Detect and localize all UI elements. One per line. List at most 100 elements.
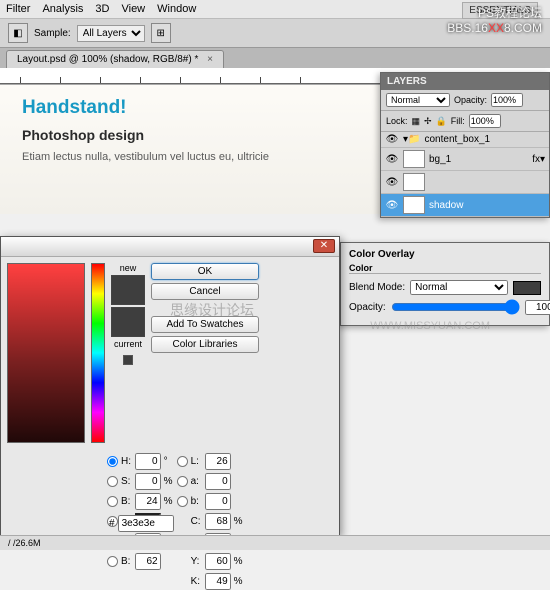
c-field[interactable] <box>205 513 231 530</box>
new-label: new <box>120 263 137 273</box>
menu-view[interactable]: View <box>121 3 145 15</box>
b-field[interactable] <box>135 493 161 510</box>
layer-row[interactable]: 👁 ▾📁 content_box_1 <box>381 132 549 148</box>
color-field[interactable] <box>7 263 85 443</box>
b-radio[interactable] <box>107 496 118 507</box>
overlay-title: Color Overlay <box>349 249 541 260</box>
overlay-opacity-field[interactable] <box>525 300 550 315</box>
y-unit: % <box>234 556 244 567</box>
overlay-opacity-label: Opacity: <box>349 302 386 313</box>
h-radio[interactable] <box>107 456 118 467</box>
s-radio[interactable] <box>107 476 118 487</box>
folder-icon: ▾📁 <box>403 134 420 145</box>
status-bar: / /26.6M <box>0 535 550 550</box>
close-icon[interactable]: × <box>207 54 213 65</box>
lock-pixels-icon[interactable]: ▦ <box>412 116 421 127</box>
b2-field[interactable] <box>205 493 231 510</box>
bv-radio[interactable] <box>107 556 118 567</box>
b-unit: % <box>164 496 174 507</box>
layer-thumb <box>403 150 425 168</box>
l-radio[interactable] <box>177 456 188 467</box>
layer-name: content_box_1 <box>424 134 490 145</box>
watermark-top: PS教程论坛 BBS.16XX8.COM <box>447 4 542 35</box>
menu-window[interactable]: Window <box>157 3 196 15</box>
k-label: K: <box>191 576 202 587</box>
visibility-icon[interactable]: 👁 <box>385 177 399 188</box>
a-label: a: <box>191 476 202 487</box>
opacity-field[interactable] <box>491 93 523 107</box>
blend-mode-label: Blend Mode: <box>349 282 405 293</box>
layer-name: shadow <box>429 200 463 211</box>
visibility-icon[interactable]: 👁 <box>385 134 399 145</box>
tab-label: Layout.psd @ 100% (shadow, RGB/8#) * <box>17 54 198 65</box>
y-label: Y: <box>191 556 202 567</box>
menu-analysis[interactable]: Analysis <box>42 3 83 15</box>
ok-button[interactable]: OK <box>151 263 259 280</box>
h-field[interactable] <box>135 453 161 470</box>
a-field[interactable] <box>205 473 231 490</box>
hex-label: # <box>109 518 115 529</box>
lock-label: Lock: <box>386 116 408 126</box>
color-picker-dialog: ✕ new current OK Cancel Add To Swatches … <box>0 236 340 536</box>
layer-thumb <box>403 173 425 191</box>
layer-row-selected[interactable]: 👁 shadow <box>381 194 549 217</box>
overlay-opacity-slider[interactable] <box>391 299 520 315</box>
current-color-swatch <box>111 307 145 337</box>
hue-slider[interactable] <box>91 263 105 443</box>
new-color-swatch <box>111 275 145 305</box>
layer-row[interactable]: 👁 bg_1 fx▾ <box>381 148 549 171</box>
opacity-label: Opacity: <box>454 95 487 105</box>
h-unit: ° <box>164 456 174 467</box>
fill-field[interactable] <box>469 114 501 128</box>
c-unit: % <box>234 516 244 527</box>
watermark-mid: 思缘设计论坛 <box>170 300 254 320</box>
overlay-section: Color <box>349 263 541 274</box>
overlay-blend-select[interactable]: Normal <box>410 280 508 295</box>
lock-position-icon[interactable]: ✢ <box>424 116 432 127</box>
document-tabs: Layout.psd @ 100% (shadow, RGB/8#) * × <box>0 48 550 68</box>
k-unit: % <box>234 576 244 587</box>
sample-label: Sample: <box>34 28 71 39</box>
k-field[interactable] <box>205 573 231 590</box>
fx-icon[interactable]: fx▾ <box>532 154 545 165</box>
bv-label: B: <box>121 556 132 567</box>
layers-header[interactable]: LAYERS <box>381 73 549 90</box>
document-tab[interactable]: Layout.psd @ 100% (shadow, RGB/8#) * × <box>6 50 224 68</box>
b2-label: b: <box>191 496 202 507</box>
b-label: B: <box>121 496 132 507</box>
sample-select[interactable]: All Layers <box>77 25 145 42</box>
visibility-icon[interactable]: 👁 <box>385 154 399 165</box>
cancel-button[interactable]: Cancel <box>151 283 259 300</box>
menu-filter[interactable]: Filter <box>6 3 30 15</box>
close-button[interactable]: ✕ <box>313 239 335 253</box>
dialog-titlebar[interactable]: ✕ <box>1 237 339 257</box>
visibility-icon[interactable]: 👁 <box>385 200 399 211</box>
lock-all-icon[interactable]: 🔒 <box>436 116 447 127</box>
layer-name: bg_1 <box>429 154 451 165</box>
websafe-swatch[interactable] <box>123 355 133 365</box>
h-label: H: <box>121 456 132 467</box>
l-label: L: <box>191 456 202 467</box>
eyedropper-icon[interactable]: ◧ <box>8 23 28 43</box>
a-radio[interactable] <box>177 476 188 487</box>
s-unit: % <box>164 476 174 487</box>
color-overlay-panel: Color Overlay Color Blend Mode: Normal O… <box>340 242 550 326</box>
menu-3d[interactable]: 3D <box>95 3 109 15</box>
bv-field[interactable] <box>135 553 161 570</box>
layers-panel: LAYERS Normal Opacity: Lock: ▦ ✢ 🔒 Fill:… <box>380 72 550 218</box>
layer-thumb <box>403 196 425 214</box>
fill-label: Fill: <box>451 116 465 126</box>
watermark-url: WWW.MISSYUAN.COM <box>370 320 490 332</box>
s-field[interactable] <box>135 473 161 490</box>
hex-field[interactable] <box>118 515 174 532</box>
s-label: S: <box>121 476 132 487</box>
b2-radio[interactable] <box>177 496 188 507</box>
current-label: current <box>114 339 142 349</box>
l-field[interactable] <box>205 453 231 470</box>
overlay-color-swatch[interactable] <box>513 281 541 295</box>
color-libraries-button[interactable]: Color Libraries <box>151 336 259 353</box>
option-icon[interactable]: ⊞ <box>151 23 171 43</box>
y-field[interactable] <box>205 553 231 570</box>
layer-row[interactable]: 👁 <box>381 171 549 194</box>
blend-mode-select[interactable]: Normal <box>386 93 450 107</box>
